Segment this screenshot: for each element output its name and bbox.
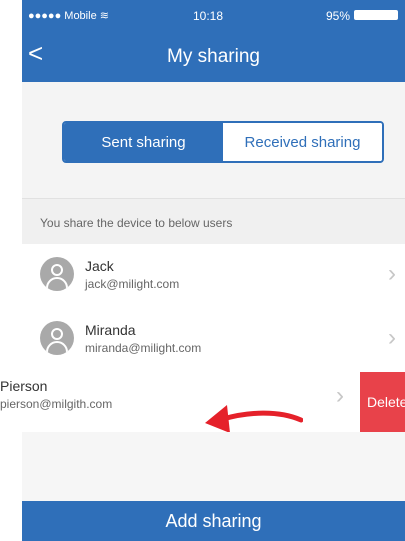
user-email: jack@milight.com [85,277,180,291]
user-name: Pierson [0,378,48,394]
status-bar: ●●●●● Mobile ≋ 10:18 95% [22,0,405,30]
add-sharing-button[interactable]: Add sharing [22,501,405,541]
section-header: You share the device to below users [22,198,405,244]
user-row-pierson-swiped[interactable]: Pierson pierson@milgith.com › [0,372,360,432]
tab-received-sharing[interactable]: Received sharing [223,123,382,161]
delete-button[interactable]: Delete [360,372,405,432]
user-email: pierson@milgith.com [0,397,113,411]
user-name: Jack [85,258,114,274]
sharing-tab-control: Sent sharing Received sharing [62,121,384,163]
status-time: 10:18 [193,9,224,23]
user-row-miranda[interactable]: Miranda miranda@milight.com › [22,308,405,368]
avatar-icon [40,321,74,355]
user-row-jack[interactable]: Jack jack@milight.com › [22,244,405,304]
battery-icon [354,10,398,20]
user-email: miranda@milight.com [85,341,202,355]
chevron-right-icon: › [336,382,344,409]
chevron-right-icon: › [388,260,396,287]
chevron-right-icon: › [388,324,396,351]
tab-sent-sharing[interactable]: Sent sharing [64,123,223,161]
battery-percent: 95% [326,9,351,23]
avatar-icon [40,257,74,291]
list-empty-area [22,432,405,501]
user-name: Miranda [85,322,136,338]
page-title: My sharing [167,46,260,67]
section-header-label: You share the device to below users [40,216,233,230]
carrier-signal: ●●●●● Mobile ≋ [28,10,109,22]
navigation-header: ●●●●● Mobile ≋ 10:18 95% < My sharing [22,0,405,82]
